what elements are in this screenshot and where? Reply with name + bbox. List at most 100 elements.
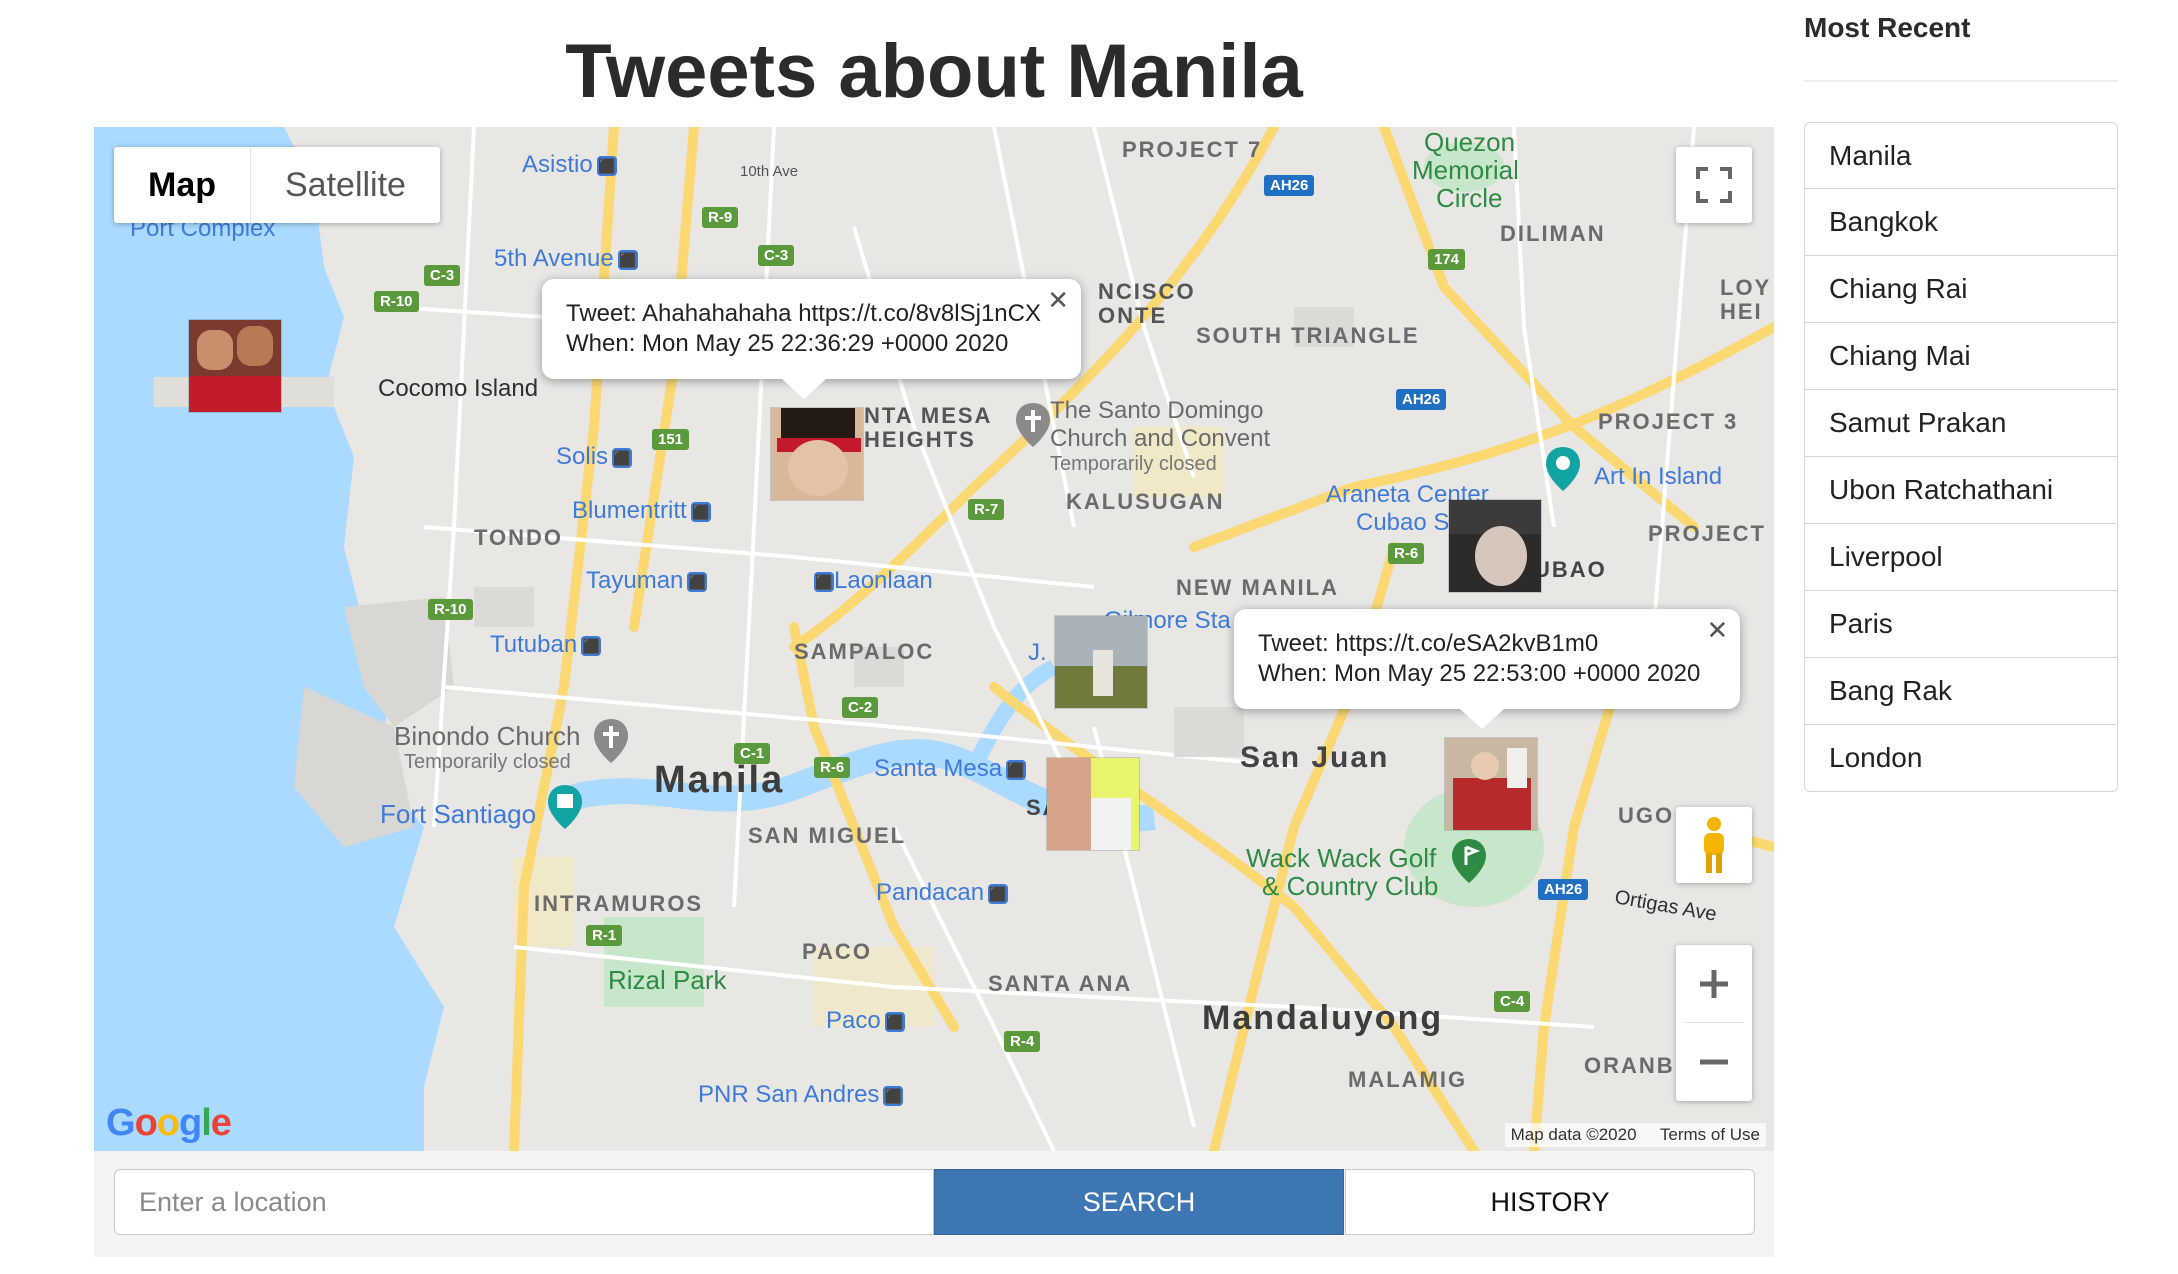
label-tayuman: Tayuman ⬛ (586, 567, 708, 594)
label-heights: HEIGHTS (864, 427, 976, 452)
label-blumentritt: Blumentritt ⬛ (572, 497, 711, 524)
label-diliman: DILIMAN (1500, 221, 1606, 246)
map-data-label: Map data ©2020 (1510, 1125, 1637, 1144)
tweet-photo-marker[interactable] (1444, 737, 1538, 831)
label-ncisco: NCISCO (1098, 279, 1196, 304)
tweet-time: When: Mon May 25 22:36:29 +0000 2020 (566, 330, 1009, 357)
city-item-chiang-mai[interactable]: Chiang Mai (1804, 323, 2118, 390)
city-item-london[interactable]: London (1804, 725, 2118, 792)
station-icon: ⬛ (617, 249, 638, 270)
road-shield: C-2 (842, 697, 879, 718)
map[interactable]: Asistio ⬛ 10th Ave PROJECT 7 Quezon Memor… (94, 127, 1774, 1151)
label-binondo-1: Binondo Church (394, 721, 581, 751)
city-item-bang-rak[interactable]: Bang Rak (1804, 658, 2118, 725)
city-item-samut-prakan[interactable]: Samut Prakan (1804, 390, 2118, 457)
tweet-photo-marker-image (1055, 616, 1147, 708)
map-type-map-button[interactable]: Map (114, 147, 251, 223)
label-kalusugan: KALUSUGAN (1066, 489, 1225, 514)
label-paco: PACO (802, 939, 872, 964)
tweet-info-window: Tweet: Ahahahahaha https://t.co/8v8lSj1n… (542, 279, 1081, 399)
label-rizal-park: Rizal Park (608, 965, 727, 995)
station-icon: ⬛ (883, 1085, 904, 1106)
label-santo-domingo-2: Church and Convent (1050, 425, 1271, 452)
map-type-control: Map Satellite (114, 147, 440, 223)
label-memorial: Memorial (1412, 155, 1519, 185)
label-temporarily-closed: Temporarily closed (1050, 453, 1217, 475)
location-input[interactable] (114, 1169, 934, 1235)
tweet-photo-marker-image (1445, 738, 1537, 830)
road-shield: R-1 (586, 925, 623, 946)
road-shield: AH26 (1538, 879, 1589, 900)
road-shield: R-10 (428, 599, 473, 620)
road-shield: C-1 (734, 743, 771, 764)
city-item-manila[interactable]: Manila (1804, 122, 2118, 189)
road-shield: R-9 (702, 207, 739, 228)
label-onte: ONTE (1098, 303, 1168, 328)
road-shield: C-3 (758, 245, 795, 266)
city-item-ubon-ratchathani[interactable]: Ubon Ratchathani (1804, 457, 2118, 524)
museum-pin-icon[interactable] (548, 785, 582, 829)
church-pin-icon[interactable] (594, 719, 628, 763)
city-item-liverpool[interactable]: Liverpool (1804, 524, 2118, 591)
station-icon: ⬛ (687, 571, 708, 592)
map-type-satellite-button[interactable]: Satellite (251, 147, 440, 223)
zoom-in-icon (1700, 969, 1728, 998)
label-san-juan: San Juan (1240, 741, 1390, 774)
tweet-photo-marker-image (771, 408, 863, 500)
label-pandacan: Pandacan ⬛ (876, 879, 1009, 906)
label-laonlaan: ⬛Laonlaan (814, 567, 933, 594)
label-quezon: Quezon (1424, 127, 1516, 157)
station-icon: ⬛ (612, 447, 633, 468)
tweet-photo-marker[interactable] (1448, 499, 1542, 593)
road-shield: R-6 (814, 757, 851, 778)
search-button[interactable]: SEARCH (934, 1169, 1344, 1235)
label-araneta-2: Cubao S (1356, 509, 1450, 536)
tweet-photo-marker[interactable] (188, 319, 282, 413)
zoom-control (1676, 945, 1752, 1101)
art-pin-icon[interactable] (1546, 447, 1580, 491)
recent-city-list: Manila Bangkok Chiang Rai Chiang Mai Sam… (1804, 122, 2118, 792)
tweet-text: Tweet: Ahahahahaha https://t.co/8v8lSj1n… (566, 300, 1041, 327)
google-logo: Google (106, 1102, 232, 1144)
tweet-photo-marker[interactable] (770, 407, 864, 501)
sidebar-title: Most Recent (1804, 0, 2118, 82)
road-shield: R-7 (968, 499, 1005, 520)
label-oranb: ORANB (1584, 1053, 1675, 1078)
label-fort-santiago: Fort Santiago (380, 799, 537, 829)
golf-pin-icon[interactable] (1452, 839, 1486, 883)
label-loy: LOY (1720, 275, 1772, 300)
tweet-photo-marker-image (189, 320, 281, 412)
label-new-manila: NEW MANILA (1176, 575, 1339, 600)
terms-of-use-link[interactable]: Terms of Use (1660, 1125, 1760, 1144)
pegman-icon (1704, 817, 1724, 873)
label-sampaloc: SAMPALOC (794, 639, 935, 664)
church-pin-icon[interactable] (1016, 403, 1050, 447)
city-item-bangkok[interactable]: Bangkok (1804, 189, 2118, 256)
city-item-paris[interactable]: Paris (1804, 591, 2118, 658)
tweet-text: Tweet: https://t.co/eSA2kvB1m0 (1258, 630, 1599, 657)
history-button[interactable]: HISTORY (1345, 1169, 1755, 1235)
label-manila: Manila (654, 759, 785, 801)
sidebar: Most Recent Manila Bangkok Chiang Rai Ch… (1804, 0, 2118, 792)
city-item-chiang-rai[interactable]: Chiang Rai (1804, 256, 2118, 323)
tweet-photo-marker[interactable] (1054, 615, 1148, 709)
zoom-in-button[interactable] (1684, 945, 1744, 1023)
zoom-out-icon (1700, 1059, 1728, 1065)
tweet-time: When: Mon May 25 22:53:00 +0000 2020 (1258, 660, 1701, 687)
fullscreen-button[interactable] (1676, 147, 1752, 223)
label-art-in-island: Art In Island (1594, 463, 1723, 490)
label-project-7: PROJECT 7 (1122, 137, 1263, 162)
tweet-photo-marker[interactable] (1046, 757, 1140, 851)
station-icon: ⬛ (814, 571, 834, 592)
label-5th-avenue: 5th Avenue ⬛ (494, 245, 638, 272)
pegman-button[interactable] (1676, 807, 1752, 883)
close-icon[interactable]: ✕ (1707, 615, 1729, 645)
close-icon[interactable]: ✕ (1047, 285, 1069, 315)
zoom-out-button[interactable] (1696, 1023, 1732, 1101)
label-santo-domingo-1: The Santo Domingo (1050, 397, 1264, 424)
road-shield: R-4 (1004, 1031, 1041, 1052)
label-mandaluyong: Mandaluyong (1202, 999, 1444, 1037)
label-cocomo-island: Cocomo Island (378, 375, 539, 402)
label-asistio: Asistio ⬛ (522, 151, 617, 178)
label-circle: Circle (1436, 183, 1503, 213)
